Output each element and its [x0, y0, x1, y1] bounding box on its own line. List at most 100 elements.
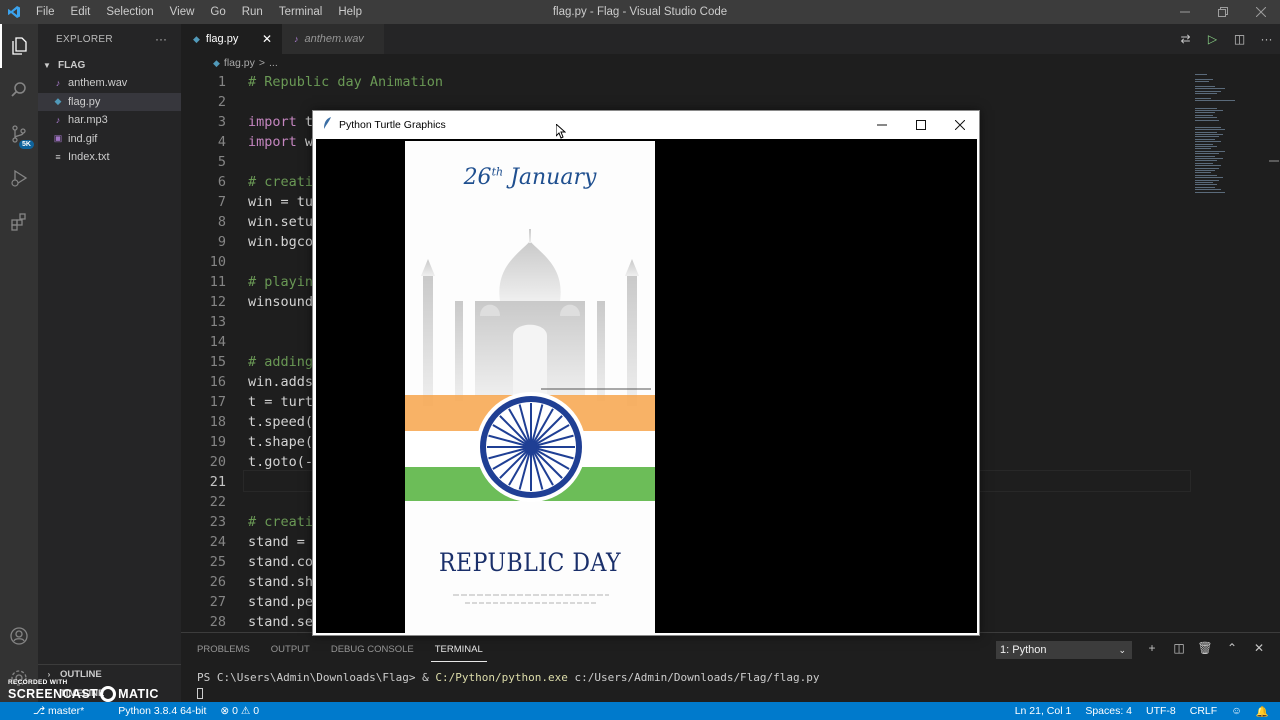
terminal-select-value: 1: Python	[1000, 644, 1047, 656]
poster-date: 26th January	[463, 165, 597, 190]
explorer-icon[interactable]	[0, 24, 38, 68]
encoding[interactable]: UTF-8	[1139, 705, 1183, 717]
audio-file-icon: ♪	[55, 78, 61, 89]
search-icon[interactable]	[0, 68, 38, 112]
minimap-line	[1195, 119, 1219, 121]
tab-flag-py[interactable]: ◆ flag.py ✕	[181, 24, 282, 54]
minimap-line	[1195, 167, 1219, 169]
tab-terminal[interactable]: TERMINAL	[430, 638, 487, 662]
status-bar: ⎇ master* Python 3.8.4 64-bit ⊗ 0 ⚠ 0 Ln…	[0, 702, 1280, 720]
line-number: 4	[217, 134, 226, 150]
end-of-line[interactable]: CRLF	[1183, 705, 1224, 717]
run-python-file-icon[interactable]: ▷	[1199, 32, 1226, 46]
terminal-select[interactable]: 1: Python ⌄	[996, 641, 1132, 659]
maximize-panel-icon[interactable]: ⌃	[1222, 641, 1242, 655]
menu-terminal[interactable]: Terminal	[271, 0, 330, 24]
window-controls	[1166, 0, 1280, 24]
line-code: win = tu	[248, 194, 314, 210]
minimap[interactable]	[1191, 72, 1271, 202]
turtle-graphics-window: Python Turtle Graphics 26th January REPU…	[312, 110, 980, 636]
minimap-line	[1195, 107, 1217, 109]
branch-indicator[interactable]: ⎇ master*	[26, 705, 91, 717]
file-item[interactable]: ▣ ind.gif	[38, 130, 181, 149]
tab-anthem-wav[interactable]: ♪ anthem.wav	[282, 24, 384, 54]
line-number: 14	[209, 334, 226, 350]
minimap-line	[1195, 90, 1221, 92]
turtle-window-title: Python Turtle Graphics	[339, 118, 446, 131]
more-actions-icon[interactable]: ···	[1253, 32, 1280, 46]
notifications-bell-icon[interactable]: 🔔	[1249, 705, 1276, 718]
accounts-icon[interactable]	[0, 614, 38, 658]
line-number: 24	[209, 534, 226, 550]
restore-button[interactable]	[1204, 0, 1242, 24]
breadcrumb-file[interactable]: flag.py	[224, 57, 255, 69]
menu-file[interactable]: File	[28, 0, 63, 24]
new-terminal-icon[interactable]: +	[1142, 641, 1162, 655]
line-number: 17	[209, 394, 226, 410]
line-code: import t	[248, 114, 314, 130]
menu-run[interactable]: Run	[234, 0, 271, 24]
turtle-canvas[interactable]: 26th January REPUBLIC DAY	[316, 139, 977, 633]
source-control-icon[interactable]: 5K	[0, 112, 38, 156]
minimap-line	[1195, 160, 1217, 162]
code-line[interactable]: 1 # Republic day Animation	[181, 72, 1191, 92]
line-code: stand.se	[248, 614, 314, 630]
mouse-pointer-icon	[555, 122, 567, 142]
minimap-line	[1195, 129, 1225, 131]
menu-go[interactable]: Go	[202, 0, 233, 24]
source-control-badge: 5K	[19, 140, 34, 149]
indentation[interactable]: Spaces: 4	[1078, 705, 1139, 717]
terminal-cursor	[197, 687, 203, 699]
feedback-icon[interactable]: ☺	[1224, 705, 1249, 717]
tab-debug-console[interactable]: DEBUG CONSOLE	[327, 638, 418, 661]
menu-edit[interactable]: Edit	[63, 0, 99, 24]
file-item[interactable]: ◆ flag.py	[38, 92, 181, 111]
line-code: win.setu	[248, 214, 314, 230]
close-icon[interactable]: ✕	[262, 32, 272, 46]
menu-help[interactable]: Help	[330, 0, 370, 24]
close-window-button[interactable]	[1242, 0, 1280, 24]
close-panel-icon[interactable]: ✕	[1249, 641, 1269, 655]
file-item[interactable]: ♪ anthem.wav	[38, 74, 181, 93]
extensions-icon[interactable]	[0, 200, 38, 244]
scrollbar[interactable]	[1269, 160, 1279, 162]
trash-icon[interactable]: 🗑	[1195, 641, 1215, 655]
folder-flag[interactable]: ▼ FLAG	[38, 56, 181, 74]
breadcrumb: ◆ flag.py > ...	[181, 54, 1280, 72]
maximize-button[interactable]	[901, 111, 940, 138]
split-terminal-icon[interactable]: ◫	[1169, 641, 1189, 655]
code-line[interactable]: 2	[181, 92, 1191, 112]
split-editor-icon[interactable]: ◫	[1226, 32, 1253, 46]
minimize-button[interactable]	[1166, 0, 1204, 24]
terminal-output[interactable]: PS C:\Users\Admin\Downloads\Flag> & C:/P…	[197, 670, 820, 700]
close-window-button[interactable]	[940, 111, 979, 138]
minimize-button[interactable]	[862, 111, 901, 138]
cursor-position[interactable]: Ln 21, Col 1	[1008, 705, 1079, 717]
open-changes-icon[interactable]: ⇄	[1172, 32, 1199, 46]
audio-file-icon: ♪	[294, 34, 299, 44]
menu-selection[interactable]: Selection	[98, 0, 161, 24]
tab-problems[interactable]: PROBLEMS	[193, 638, 254, 661]
file-item[interactable]: ♪ har.mp3	[38, 111, 181, 130]
minimap-line	[1195, 110, 1223, 111]
python-interpreter[interactable]: Python 3.8.4 64-bit	[111, 705, 213, 717]
run-debug-icon[interactable]	[0, 156, 38, 200]
file-item[interactable]: ≡ Index.txt	[38, 148, 181, 167]
terminal-exe: C:/Python/python.exe	[435, 671, 568, 684]
warning-icon: ⚠	[240, 705, 254, 717]
menu-view[interactable]: View	[162, 0, 203, 24]
minimap-line	[1195, 74, 1207, 75]
line-number: 12	[209, 294, 226, 310]
minimap-line	[1195, 170, 1215, 171]
problems-indicator[interactable]: ⊗ 0 ⚠ 0	[213, 705, 266, 717]
line-number: 16	[209, 374, 226, 390]
poster-title: REPUBLIC DAY	[438, 549, 622, 578]
breadcrumb-rest[interactable]: ...	[269, 57, 278, 69]
minimap-line	[1195, 146, 1217, 147]
more-actions-icon[interactable]: ···	[155, 32, 167, 46]
terminal-arg: c:/Users/Admin/Downloads/Flag/flag.py	[567, 671, 820, 684]
minimap-line	[1195, 191, 1225, 193]
git-branch-icon: ⎇	[33, 705, 49, 717]
chevron-down-icon: ▼	[43, 60, 51, 70]
tab-output[interactable]: OUTPUT	[267, 638, 314, 661]
